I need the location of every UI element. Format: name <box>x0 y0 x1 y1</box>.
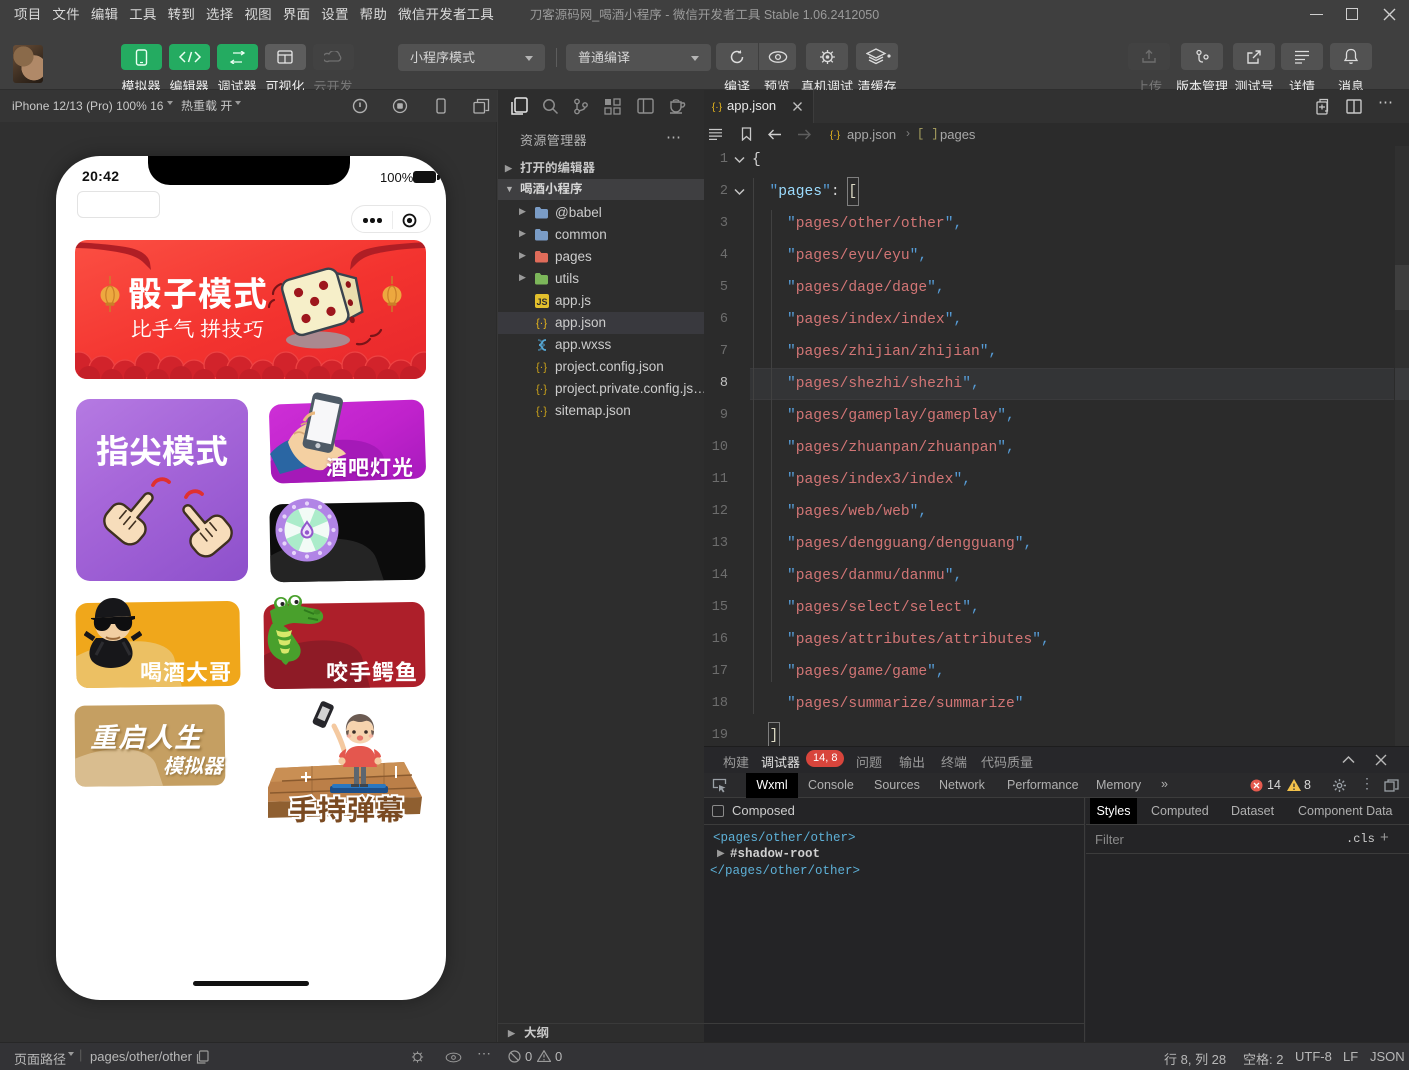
svg-text:{·}: {·} <box>712 102 723 113</box>
svg-text:{·}: {·} <box>830 130 841 141</box>
svg-text:{·}: {·} <box>536 384 547 396</box>
svg-text:手持弹幕: 手持弹幕 <box>289 789 405 826</box>
svg-text:{·}: {·} <box>536 406 547 418</box>
svg-text:JS: JS <box>536 297 547 307</box>
svg-text:{·}: {·} <box>536 362 547 374</box>
svg-text:比手气 拼技巧: 比手气 拼技巧 <box>130 315 264 343</box>
svg-text:骰子模式: 骰子模式 <box>128 267 268 316</box>
svg-text:{·}: {·} <box>536 318 547 330</box>
